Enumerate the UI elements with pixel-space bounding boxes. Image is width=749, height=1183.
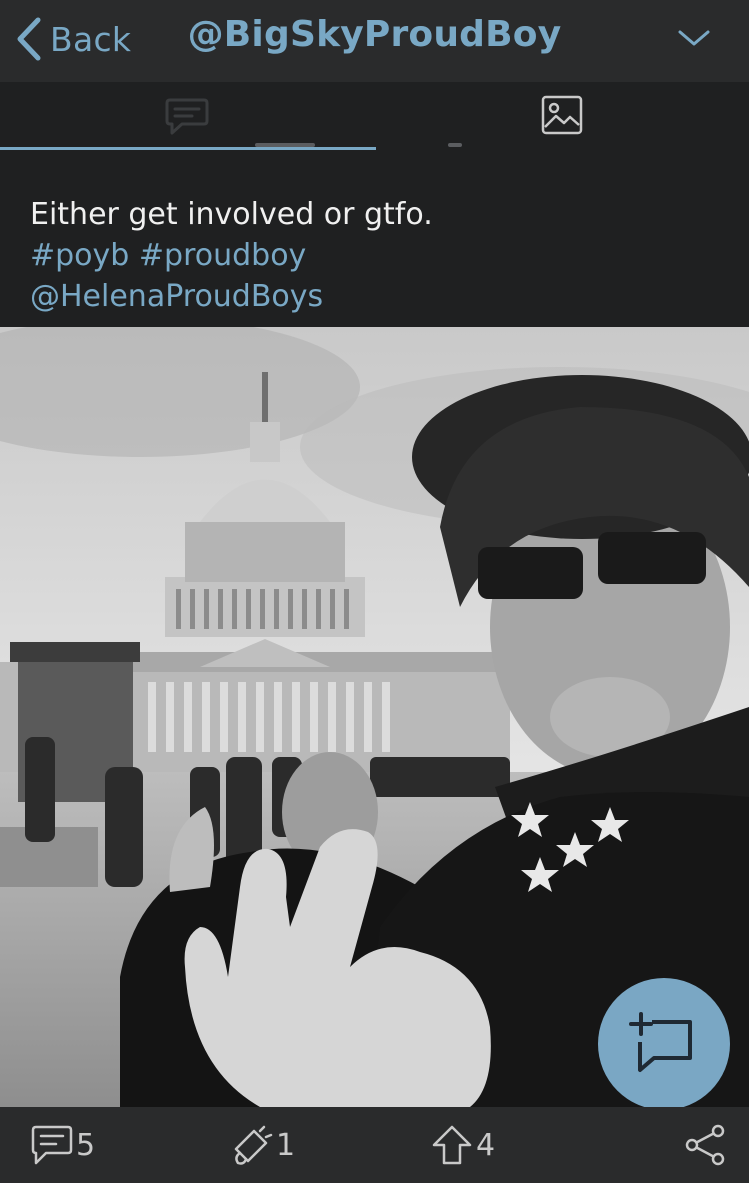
mention-link[interactable]: @HelenaProudBoys — [30, 276, 730, 317]
upvote-button[interactable]: 4 — [430, 1122, 495, 1168]
chat-bubble-icon[interactable] — [164, 96, 210, 138]
reply-button[interactable]: 5 — [30, 1122, 95, 1168]
clipped-text-fragment — [255, 143, 315, 147]
up-arrow-icon — [432, 1125, 472, 1165]
repost-button[interactable]: 1 — [230, 1122, 295, 1168]
hashtag-link[interactable]: #poyb — [30, 238, 129, 273]
upvote-count: 4 — [476, 1127, 496, 1163]
reply-count: 5 — [76, 1127, 96, 1163]
megaphone-icon — [234, 1125, 273, 1165]
post-body: Either get involved or gtfo. #poyb #prou… — [30, 194, 730, 317]
image-icon[interactable] — [540, 94, 584, 136]
chevron-down-icon[interactable] — [676, 22, 712, 52]
profile-handle-title: @BigSkyProudBoy — [187, 14, 562, 55]
share-icon — [685, 1124, 725, 1166]
profile-tabs — [0, 82, 749, 152]
post-action-bar — [0, 1107, 749, 1183]
clipped-text-fragment — [448, 143, 462, 147]
compose-button[interactable] — [598, 978, 730, 1110]
repost-count: 1 — [276, 1127, 296, 1163]
compose-icon — [629, 1012, 692, 1072]
active-tab-indicator — [0, 147, 376, 150]
comment-icon — [31, 1125, 73, 1165]
post-text: Either get involved or gtfo. — [30, 197, 433, 232]
hashtag-line: #poyb #proudboy — [30, 235, 730, 276]
share-button[interactable] — [684, 1122, 728, 1168]
hashtag-link[interactable]: #proudboy — [139, 238, 306, 273]
